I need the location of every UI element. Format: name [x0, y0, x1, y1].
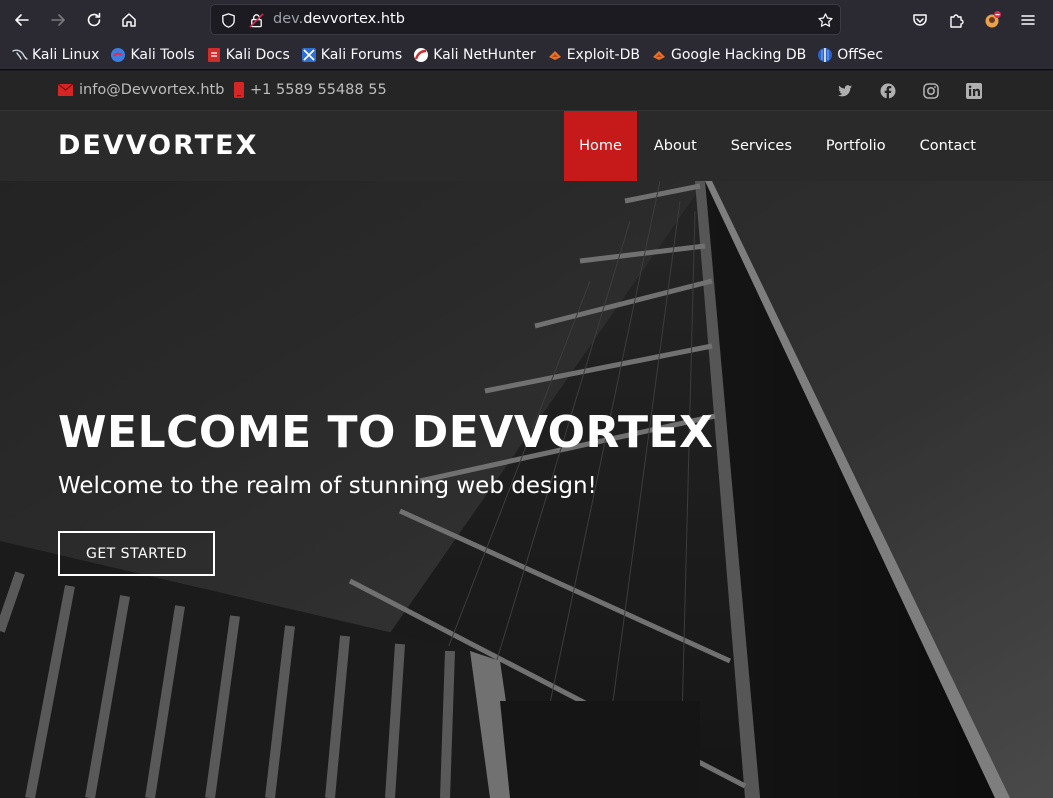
envelope-icon [58, 84, 73, 96]
browser-toolbar: dev.devvortex.htb [0, 0, 1053, 40]
hero-section: WELCOME TO DEVVORTEX Welcome to the real… [0, 181, 1053, 798]
forward-button[interactable] [42, 4, 74, 36]
account-button[interactable] [976, 4, 1008, 36]
url-text[interactable]: dev.devvortex.htb [273, 11, 405, 27]
bookmark-label: Kali Docs [225, 46, 290, 63]
kali-nethunter-icon [414, 47, 429, 62]
home-button[interactable] [113, 4, 145, 36]
url-bar[interactable]: dev.devvortex.htb [210, 4, 841, 35]
ghdb-icon [652, 50, 665, 60]
facebook-icon[interactable] [880, 83, 898, 101]
pocket-icon [913, 14, 927, 26]
nav-portfolio[interactable]: Portfolio [809, 111, 903, 181]
bookmark-kali-forums[interactable]: Kali Forums [299, 43, 407, 67]
bookmark-offsec[interactable]: OffSec [815, 43, 888, 67]
url-subdomain: dev. [273, 11, 304, 27]
puzzle-icon [950, 14, 964, 28]
shield-icon[interactable] [219, 11, 237, 29]
kali-dragon-icon [12, 49, 28, 60]
twitter-icon[interactable] [837, 83, 855, 101]
bookmark-kali-nethunter[interactable]: Kali NetHunter [411, 43, 540, 67]
bookmark-kali-docs[interactable]: Kali Docs [204, 43, 295, 67]
bookmark-star-icon[interactable] [816, 11, 834, 29]
extensions-button[interactable] [940, 4, 972, 36]
nav-about[interactable]: About [637, 111, 714, 181]
hero-title: WELCOME TO DEVVORTEX [58, 407, 714, 458]
bookmark-label: Kali Linux [32, 46, 100, 63]
hero-subtitle: Welcome to the realm of stunning web des… [58, 473, 597, 499]
hamburger-icon [1021, 15, 1035, 25]
bookmark-label: Kali Tools [130, 46, 195, 63]
linkedin-icon[interactable] [966, 83, 984, 101]
pocket-button[interactable] [904, 4, 936, 36]
bookmarks-bar: Kali Linux Kali Tools Kali Docs Kali For… [0, 40, 1053, 70]
bookmark-label: OffSec [837, 46, 884, 63]
back-button[interactable] [6, 4, 38, 36]
kali-tools-icon [111, 47, 126, 62]
bookmark-label: Kali NetHunter [433, 46, 536, 63]
bookmark-exploit-db[interactable]: Exploit-DB [545, 43, 645, 67]
home-icon [122, 13, 136, 27]
bookmark-label: Exploit-DB [566, 46, 640, 63]
bookmark-label: Google Hacking DB [670, 46, 807, 63]
nav-contact[interactable]: Contact [903, 111, 993, 181]
web-page: info@Devvortex.htb +1 5589 55488 55 DEVV… [0, 71, 1053, 798]
instagram-icon[interactable] [923, 83, 941, 101]
nav-home[interactable]: Home [564, 111, 637, 181]
bookmark-label: Kali Forums [320, 46, 403, 63]
phone-text: +1 5589 55488 55 [250, 82, 387, 98]
reload-button[interactable] [78, 4, 110, 36]
url-domain: devvortex.htb [303, 11, 405, 27]
bookmark-kali-linux[interactable]: Kali Linux [10, 43, 104, 67]
arrow-right-icon [51, 14, 65, 26]
insecure-lock-icon[interactable] [247, 11, 265, 29]
offsec-icon [818, 47, 833, 62]
kali-forums-icon [301, 47, 316, 62]
get-started-button[interactable]: GET STARTED [58, 531, 215, 576]
exploit-db-icon [548, 50, 561, 60]
site-header: DEVVORTEX Home About Services Portfolio … [0, 111, 1053, 181]
email-contact[interactable]: info@Devvortex.htb [58, 82, 224, 98]
bookmark-kali-tools[interactable]: Kali Tools [108, 43, 199, 67]
email-text: info@Devvortex.htb [79, 82, 225, 98]
account-avatar-icon [985, 11, 1001, 28]
reload-icon [87, 12, 101, 27]
arrow-left-icon [15, 14, 29, 26]
phone-icon [234, 82, 244, 98]
main-nav: Home About Services Portfolio Contact [564, 111, 993, 181]
phone-contact[interactable]: +1 5589 55488 55 [234, 82, 387, 98]
site-logo[interactable]: DEVVORTEX [58, 130, 258, 161]
contact-topbar: info@Devvortex.htb +1 5589 55488 55 [0, 71, 1053, 111]
bookmark-google-hacking-db[interactable]: Google Hacking DB [649, 43, 811, 67]
kali-docs-icon [207, 47, 220, 62]
menu-button[interactable] [1012, 4, 1044, 36]
nav-services[interactable]: Services [714, 111, 809, 181]
